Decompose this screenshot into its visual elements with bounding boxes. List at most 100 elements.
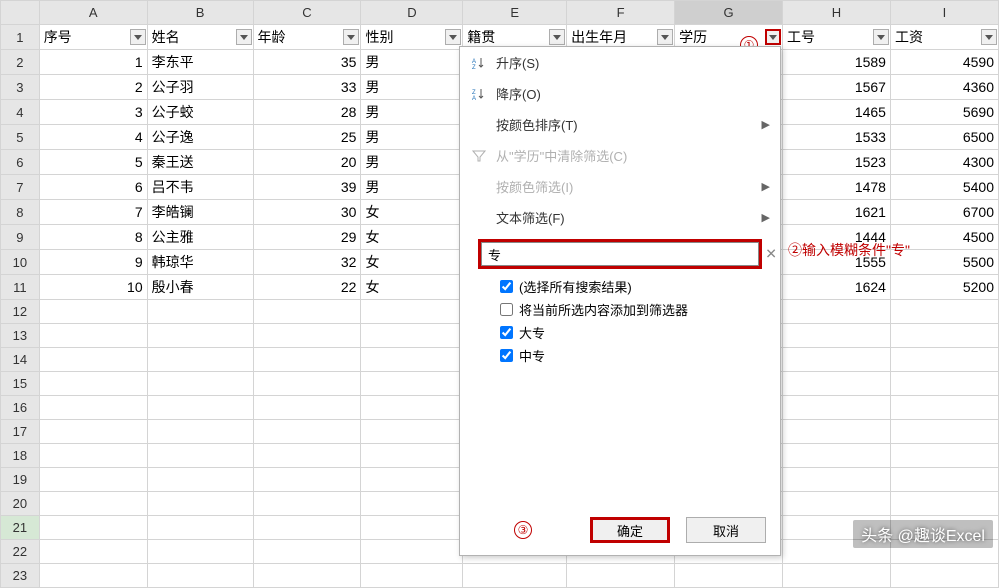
cell[interactable]: 公主雅 [147, 225, 253, 250]
cell[interactable]: 吕不韦 [147, 175, 253, 200]
row-header[interactable]: 21 [1, 516, 40, 540]
header-cell-age[interactable]: 年龄 [253, 25, 361, 50]
row-header[interactable]: 13 [1, 324, 40, 348]
cell[interactable]: 28 [253, 100, 361, 125]
cell[interactable]: 25 [253, 125, 361, 150]
cell[interactable]: 5200 [890, 275, 998, 300]
col-header-E[interactable]: E [463, 1, 567, 25]
row-header[interactable]: 6 [1, 150, 40, 175]
filter-button-I[interactable] [981, 29, 997, 45]
cell[interactable]: 1533 [783, 125, 891, 150]
cell[interactable]: 4590 [890, 50, 998, 75]
clear-search-icon[interactable]: ✕ [765, 246, 777, 263]
cell[interactable]: 男 [361, 100, 463, 125]
row-header[interactable]: 12 [1, 300, 40, 324]
cell[interactable]: 5400 [890, 175, 998, 200]
row-header[interactable]: 16 [1, 396, 40, 420]
cell[interactable]: 1567 [783, 75, 891, 100]
cell[interactable]: 1589 [783, 50, 891, 75]
col-header-C[interactable]: C [253, 1, 361, 25]
row-header-1[interactable]: 1 [1, 25, 40, 50]
cell[interactable]: 2 [39, 75, 147, 100]
header-cell-empid[interactable]: 工号 [783, 25, 891, 50]
sort-by-color-item[interactable]: 按颜色排序(T) ▶ [460, 109, 780, 140]
cell[interactable]: 4360 [890, 75, 998, 100]
row-header[interactable]: 11 [1, 275, 40, 300]
row-header[interactable]: 19 [1, 468, 40, 492]
col-header-B[interactable]: B [147, 1, 253, 25]
cell[interactable]: 女 [361, 200, 463, 225]
cell[interactable]: 公子羽 [147, 75, 253, 100]
cell[interactable]: 33 [253, 75, 361, 100]
row-header[interactable]: 4 [1, 100, 40, 125]
filter-button-A[interactable] [130, 29, 146, 45]
filter-search-input[interactable] [481, 242, 759, 266]
cancel-button[interactable]: 取消 [686, 517, 766, 543]
cell[interactable]: 女 [361, 225, 463, 250]
cell[interactable]: 35 [253, 50, 361, 75]
header-cell-gender[interactable]: 性别 [361, 25, 463, 50]
cell[interactable]: 男 [361, 75, 463, 100]
sort-asc-item[interactable]: AZ 升序(S) [460, 47, 780, 78]
row-header[interactable]: 8 [1, 200, 40, 225]
cell[interactable]: 6500 [890, 125, 998, 150]
check-select-all[interactable]: (选择所有搜索结果) [500, 275, 762, 298]
cell[interactable]: 公子蛟 [147, 100, 253, 125]
filter-button-G[interactable] [765, 29, 781, 45]
row-header[interactable]: 10 [1, 250, 40, 275]
cell[interactable]: 10 [39, 275, 147, 300]
cell[interactable]: 6700 [890, 200, 998, 225]
cell[interactable]: 8 [39, 225, 147, 250]
filter-button-H[interactable] [873, 29, 889, 45]
cell[interactable]: 男 [361, 50, 463, 75]
cell[interactable]: 秦王送 [147, 150, 253, 175]
checkbox[interactable] [500, 349, 513, 362]
check-add-current[interactable]: 将当前所选内容添加到筛选器 [500, 298, 762, 321]
cell[interactable]: 女 [361, 250, 463, 275]
row-header[interactable]: 18 [1, 444, 40, 468]
cell[interactable]: 女 [361, 275, 463, 300]
cell[interactable]: 1624 [783, 275, 891, 300]
cell[interactable]: 公子逸 [147, 125, 253, 150]
row-header[interactable]: 5 [1, 125, 40, 150]
cell[interactable]: 39 [253, 175, 361, 200]
cell[interactable]: 李皓镧 [147, 200, 253, 225]
row-header[interactable]: 7 [1, 175, 40, 200]
col-header-D[interactable]: D [361, 1, 463, 25]
col-header-H[interactable]: H [783, 1, 891, 25]
row-header[interactable]: 3 [1, 75, 40, 100]
row-header[interactable]: 23 [1, 564, 40, 588]
sort-desc-item[interactable]: ZA 降序(O) [460, 78, 780, 109]
cell[interactable]: 6 [39, 175, 147, 200]
row-header[interactable]: 17 [1, 420, 40, 444]
text-filter-item[interactable]: 文本筛选(F) ▶ [460, 202, 780, 233]
filter-button-E[interactable] [549, 29, 565, 45]
cell[interactable]: 5690 [890, 100, 998, 125]
col-header-G[interactable]: G [675, 1, 783, 25]
checkbox[interactable] [500, 280, 513, 293]
cell[interactable]: 4 [39, 125, 147, 150]
cell[interactable]: 30 [253, 200, 361, 225]
cell[interactable]: 22 [253, 275, 361, 300]
cell[interactable]: 5 [39, 150, 147, 175]
cell[interactable]: 1621 [783, 200, 891, 225]
header-cell-name[interactable]: 姓名 [147, 25, 253, 50]
cell[interactable]: 殷小春 [147, 275, 253, 300]
filter-button-F[interactable] [657, 29, 673, 45]
cell[interactable]: 1 [39, 50, 147, 75]
checkbox[interactable] [500, 326, 513, 339]
ok-button[interactable]: 确定 [590, 517, 670, 543]
header-cell-seq[interactable]: 序号 [39, 25, 147, 50]
filter-button-B[interactable] [236, 29, 252, 45]
header-cell-salary[interactable]: 工资 [890, 25, 998, 50]
cell[interactable]: 29 [253, 225, 361, 250]
cell[interactable]: 32 [253, 250, 361, 275]
row-header[interactable]: 14 [1, 348, 40, 372]
cell[interactable]: 20 [253, 150, 361, 175]
filter-button-C[interactable] [343, 29, 359, 45]
cell[interactable]: 9 [39, 250, 147, 275]
col-header-A[interactable]: A [39, 1, 147, 25]
select-all-corner[interactable] [1, 1, 40, 25]
cell[interactable]: 男 [361, 125, 463, 150]
cell[interactable]: 3 [39, 100, 147, 125]
